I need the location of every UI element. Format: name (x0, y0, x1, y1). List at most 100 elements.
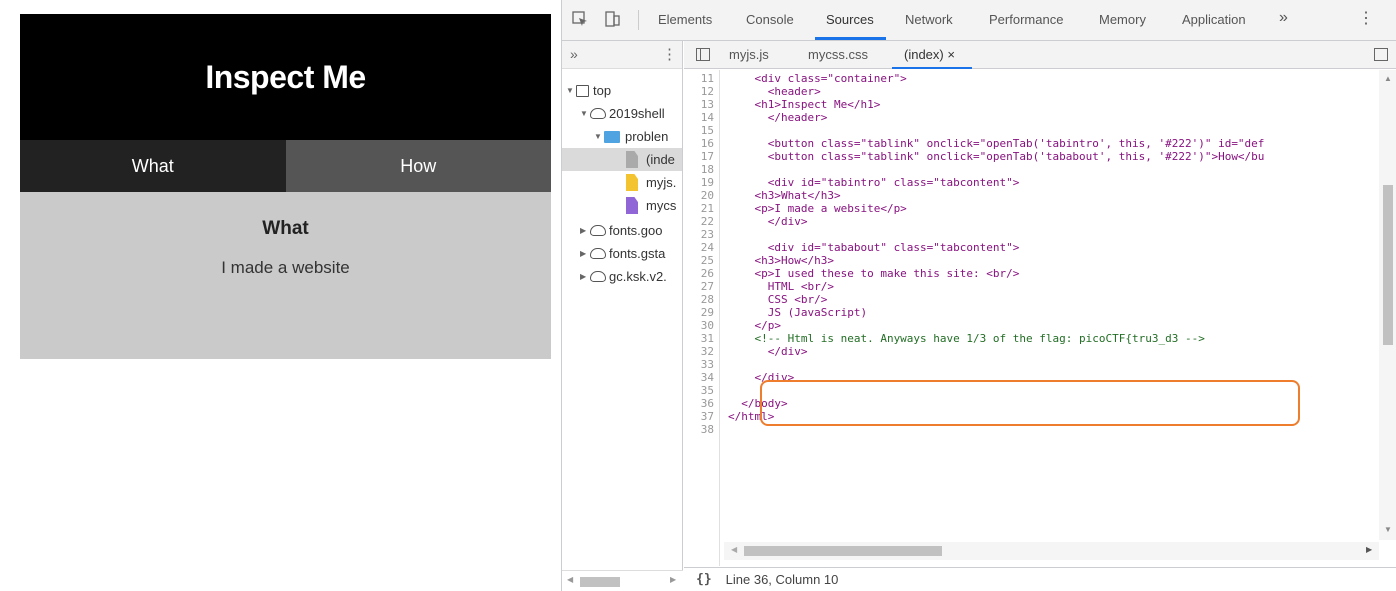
scroll-thumb[interactable] (1383, 185, 1393, 345)
line-number: 18 (700, 163, 714, 176)
expand-arrow-icon[interactable]: ▼ (580, 109, 590, 118)
tab-elements[interactable]: Elements (658, 12, 712, 27)
code-line: 12 <header> (684, 85, 1379, 98)
tab-performance[interactable]: Performance (989, 12, 1063, 27)
tree-item-label: (inde (646, 152, 675, 167)
file-tab-index[interactable]: (index) × (904, 47, 955, 62)
code-text: <button class="tablink" onclick="openTab… (728, 150, 1265, 163)
code-view[interactable]: 11 <div class="container"> 12 <header> 13 … (684, 70, 1396, 566)
code-text: </header> (728, 111, 828, 124)
editor-status-bar: {} Line 36, Column 10 (684, 567, 1396, 591)
devtools-menu-icon[interactable]: ⋮ (1358, 8, 1374, 28)
expand-arrow-icon[interactable]: ▼ (594, 132, 604, 141)
pretty-print-icon[interactable]: {} (696, 572, 712, 587)
toggle-debugger-icon[interactable] (1374, 48, 1388, 61)
cursor-position: Line 36, Column 10 (725, 572, 839, 587)
tree-item-problems[interactable]: ▼ problen (562, 125, 682, 148)
expand-arrow-icon[interactable]: ▼ (566, 86, 576, 95)
tab-console[interactable]: Console (746, 12, 794, 27)
code-line: 14 </header> (684, 111, 1379, 124)
site-tab-how[interactable]: How (285, 140, 551, 192)
code-line: 34 </div> (684, 371, 1379, 384)
line-number: 14 (700, 111, 714, 124)
tree-item-label: myjs. (646, 175, 677, 190)
scroll-left-icon[interactable]: ◀ (731, 545, 737, 554)
tree-item-label: fonts.gsta (609, 246, 666, 261)
code-line: 25 <h3>How</h3> (684, 254, 1379, 267)
scroll-left-icon[interactable]: ◀ (567, 575, 573, 584)
line-number: 36 (700, 397, 714, 410)
line-number: 26 (700, 267, 714, 280)
line-number: 35 (700, 384, 714, 397)
navigator-horizontal-scrollbar[interactable]: ◀ ▶ (562, 570, 683, 591)
code-text: <button class="tablink" onclick="openTab… (728, 137, 1265, 150)
navigator-more-icon[interactable]: » (570, 46, 578, 62)
code-text: <!-- Html is neat. Anyways have 1/3 of t… (728, 332, 1205, 345)
toggle-navigator-icon[interactable] (696, 48, 710, 61)
navigator-menu-icon[interactable]: ⋮ (662, 45, 677, 63)
tree-item-label: fonts.goo (609, 223, 663, 238)
scroll-down-icon[interactable]: ▼ (1384, 525, 1392, 534)
code-text: <div id="tabintro" class="tabcontent"> (728, 176, 1020, 189)
close-icon[interactable]: × (947, 47, 955, 62)
file-yellow-icon (626, 174, 638, 191)
code-line: 16 <button class="tablink" onclick="open… (684, 137, 1379, 150)
code-line: 13 <h1>Inspect Me</h1> (684, 98, 1379, 111)
editor-horizontal-scrollbar[interactable]: ◀ ▶ (724, 542, 1379, 560)
scroll-up-icon[interactable]: ▲ (1384, 74, 1392, 83)
expand-arrow-icon[interactable]: ▶ (580, 249, 590, 258)
scroll-thumb[interactable] (580, 577, 620, 587)
tree-item-2019shell[interactable]: ▼ 2019shell (562, 102, 682, 125)
navigator-header: » ⋮ (562, 41, 682, 69)
editor-vertical-scrollbar[interactable]: ▲ ▼ (1379, 70, 1396, 540)
tab-network[interactable]: Network (905, 12, 953, 27)
tab-memory[interactable]: Memory (1099, 12, 1146, 27)
scroll-right-icon[interactable]: ▶ (670, 575, 676, 584)
line-number: 28 (700, 293, 714, 306)
code-line: 20 <h3>What</h3> (684, 189, 1379, 202)
tree-item-label: 2019shell (609, 106, 665, 121)
line-number: 15 (700, 124, 714, 137)
tree-item-myjs[interactable]: myjs. (562, 171, 682, 194)
code-line: 15 (684, 124, 1379, 137)
line-number: 20 (700, 189, 714, 202)
code-line: 17 <button class="tablink" onclick="open… (684, 150, 1379, 163)
site-tab-what[interactable]: What (20, 140, 286, 192)
scroll-right-icon[interactable]: ▶ (1366, 545, 1372, 554)
inspect-element-icon[interactable] (572, 11, 588, 27)
tree-item-fonts-gstatic[interactable]: ▶ fonts.gsta (562, 242, 682, 265)
scroll-thumb[interactable] (744, 546, 942, 556)
inspected-website: Inspect Me What How What I made a websit… (20, 14, 551, 359)
devtools-window: Elements Console Sources Network Perform… (561, 0, 1396, 591)
tab-sources[interactable]: Sources (826, 12, 874, 27)
code-text: <div class="container"> (728, 72, 907, 85)
tree-item-index[interactable]: (inde (562, 148, 682, 171)
tree-item-mycss[interactable]: mycs (562, 194, 682, 217)
cloud-icon (590, 248, 606, 259)
code-line: 29 JS (JavaScript) (684, 306, 1379, 319)
tree-item-top[interactable]: ▼ top (562, 79, 682, 102)
code-line: 18 (684, 163, 1379, 176)
more-panels-icon[interactable]: » (1279, 9, 1288, 27)
code-text: </div> (728, 371, 795, 384)
tree-item-fonts-googleapis[interactable]: ▶ fonts.goo (562, 219, 682, 242)
code-line: 32 </div> (684, 345, 1379, 358)
code-text: <h3>How</h3> (728, 254, 834, 267)
code-line: 37 </html> (684, 410, 1379, 423)
line-number: 22 (700, 215, 714, 228)
expand-arrow-icon[interactable]: ▶ (580, 226, 590, 235)
expand-arrow-icon[interactable]: ▶ (580, 272, 590, 281)
line-number: 33 (700, 358, 714, 371)
file-tab-mycss[interactable]: mycss.css (808, 47, 868, 62)
devtools-toolbar: Elements Console Sources Network Perform… (562, 0, 1396, 41)
line-number: 11 (700, 72, 714, 85)
code-text: </div> (728, 345, 808, 358)
code-text: JS (JavaScript) (728, 306, 868, 319)
file-tab-myjs[interactable]: myjs.js (729, 47, 769, 62)
device-toolbar-icon[interactable] (604, 11, 620, 27)
tab-application[interactable]: Application (1182, 12, 1246, 27)
site-title: Inspect Me (20, 14, 551, 140)
active-file-indicator (892, 67, 972, 69)
tree-item-gc-ksk[interactable]: ▶ gc.ksk.v2. (562, 265, 682, 288)
site-tab-content: What I made a website (20, 192, 551, 359)
